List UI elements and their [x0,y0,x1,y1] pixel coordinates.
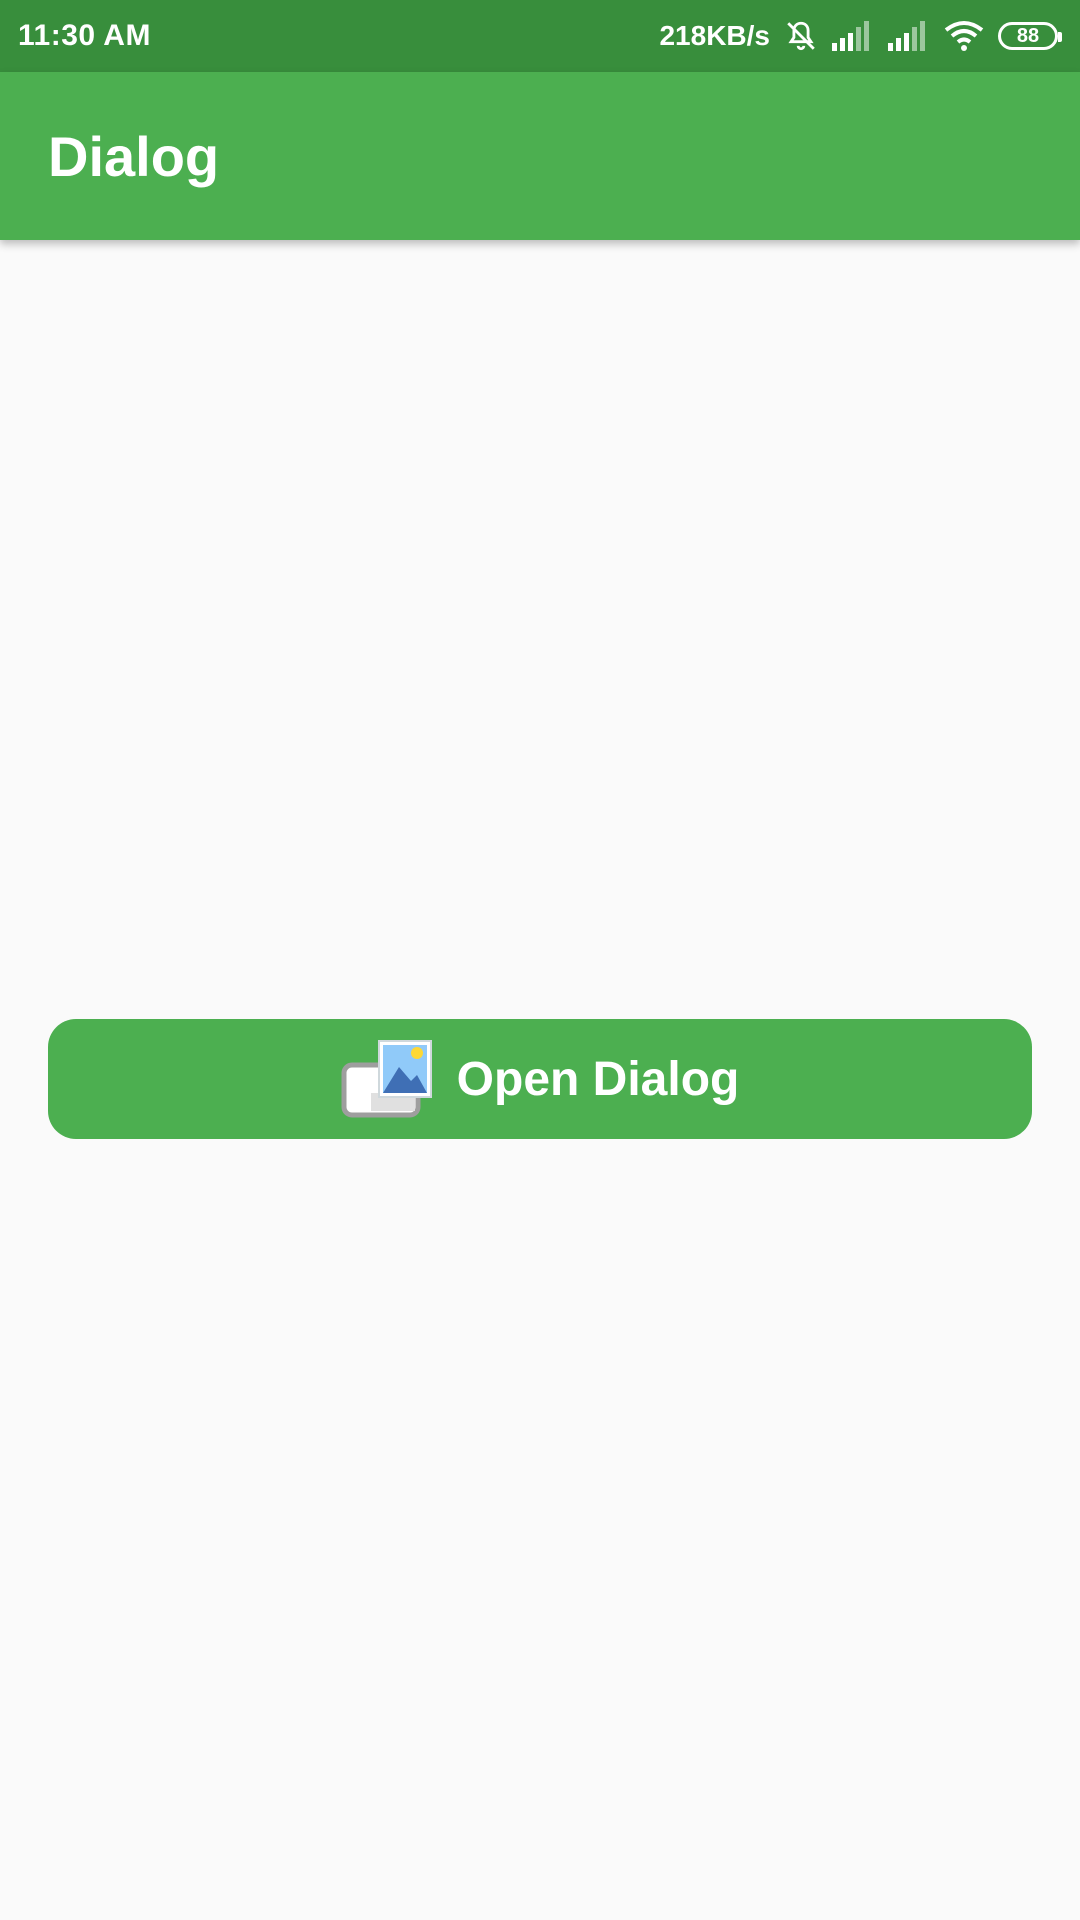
status-icons: 218KB/s 88 [659,19,1062,53]
screen: 11:30 AM 218KB/s 88 Dialog Open Dialog [0,0,1080,1920]
battery-icon: 88 [998,22,1062,50]
gallery-image-icon [341,1039,433,1119]
signal-icon-2 [888,21,930,51]
muted-bell-icon [784,19,818,53]
status-time: 11:30 AM [18,19,151,52]
page-title: Dialog [48,124,220,188]
open-dialog-button[interactable]: Open Dialog [48,1019,1032,1139]
status-bar: 11:30 AM 218KB/s 88 [0,0,1080,72]
wifi-icon [944,20,984,52]
open-dialog-label: Open Dialog [456,1052,740,1106]
signal-icon [832,21,874,51]
network-speed: 218KB/s [659,20,770,51]
battery-level: 88 [1016,24,1040,47]
app-bar: Dialog [0,72,1080,240]
